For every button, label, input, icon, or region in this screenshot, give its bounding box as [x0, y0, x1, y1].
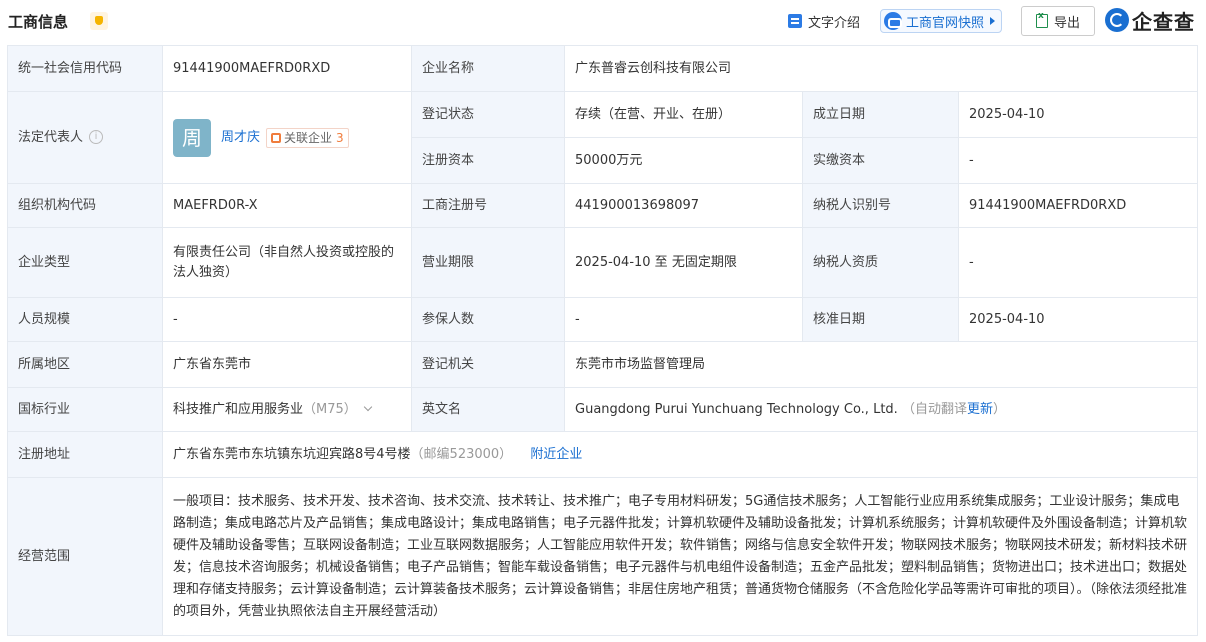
scope-value: 一般项目：技术服务、技术开发、技术咨询、技术交流、技术转让、技术推广；电子专用材… — [161, 477, 1199, 636]
official-snapshot-label: 工商官网快照 — [906, 15, 985, 31]
address-value: 广东省东莞市东坑镇东坑迎宾路8号4号楼 — [173, 446, 411, 462]
related-companies-label: 关联企业 — [284, 130, 333, 145]
camera-icon — [884, 12, 902, 30]
staff-size-value: - — [162, 297, 412, 342]
avatar[interactable]: 周 — [173, 118, 211, 157]
paid-capital-value: - — [957, 137, 1199, 184]
table-row: 统一社会信用代码 91441900MAEFRD0RXD 企业名称 广东普睿云创科… — [7, 45, 1199, 92]
business-info-table: 统一社会信用代码 91441900MAEFRD0RXD 企业名称 广东普睿云创科… — [7, 45, 1199, 636]
staff-size-label: 人员规模 — [7, 297, 163, 342]
approval-date-label: 核准日期 — [802, 297, 959, 342]
taxpayer-id-label: 纳税人识别号 — [802, 183, 959, 228]
excel-icon — [1035, 11, 1048, 28]
reg-authority-label: 登记机关 — [411, 341, 565, 388]
table-row: 人员规模 - 参保人数 - 核准日期 2025-04-10 — [7, 297, 1199, 342]
address-cell: 广东省东莞市东坑镇东坑迎宾路8号4号楼（邮编523000） 附近企业 — [161, 431, 1199, 478]
qichacha-logo-icon — [1105, 8, 1129, 32]
postcode: （邮编523000） — [410, 446, 513, 462]
company-name-value: 广东普睿云创科技有限公司 — [563, 45, 1199, 92]
paid-capital-label: 实缴资本 — [802, 137, 959, 184]
biz-term-value: 2025-04-10 至 无固定期限 — [564, 227, 803, 298]
vip-lock-icon — [90, 12, 108, 30]
logo-text: 企查查 — [1132, 9, 1195, 34]
reg-status-value: 存续（在营、开业、在册） — [564, 91, 803, 138]
industry-cell[interactable]: 科技推广和应用服务业（M75） — [162, 387, 412, 432]
legal-rep-name-link[interactable]: 周才庆 — [221, 128, 260, 148]
insured-label: 参保人数 — [411, 297, 565, 342]
nearby-companies-link[interactable]: 附近企业 — [530, 447, 582, 462]
reg-capital-label: 注册资本 — [411, 137, 565, 184]
taxpayer-qual-label: 纳税人资质 — [802, 227, 959, 298]
credit-code-label: 统一社会信用代码 — [7, 45, 163, 92]
legal-rep-cell: 周 周才庆 关联企业 3 — [162, 91, 412, 184]
reg-capital-value: 50000万元 — [564, 137, 803, 184]
biz-reg-no-label: 工商注册号 — [411, 183, 565, 228]
address-label: 注册地址 — [7, 431, 163, 478]
company-type-label: 企业类型 — [7, 227, 163, 298]
export-label: 导出 — [1053, 15, 1080, 31]
credit-code-value: 91441900MAEFRD0RXD — [162, 45, 412, 92]
official-snapshot-button[interactable]: 工商官网快照 — [880, 9, 1003, 33]
approval-date-value: 2025-04-10 — [957, 297, 1199, 342]
text-intro-label: 文字介绍 — [808, 15, 861, 31]
reg-authority-value: 东莞市市场监督管理局 — [563, 341, 1199, 388]
reg-status-label: 登记状态 — [411, 91, 565, 138]
related-companies-count: 3 — [336, 130, 344, 145]
org-code-label: 组织机构代码 — [7, 183, 163, 228]
related-company-icon — [271, 132, 282, 143]
english-name-value: Guangdong Purui Yunchuang Technology Co.… — [575, 401, 898, 417]
info-icon[interactable]: i — [89, 130, 104, 144]
play-arrow-icon — [990, 17, 996, 25]
scope-label: 经营范围 — [7, 477, 163, 636]
table-row: 所属地区 广东省东莞市 登记机关 东莞市市场监督管理局 — [7, 341, 1199, 388]
biz-reg-no-value: 441900013698097 — [564, 183, 803, 228]
table-row: 经营范围 一般项目：技术服务、技术开发、技术咨询、技术交流、技术转让、技术推广；… — [7, 477, 1199, 636]
region-value: 广东省东莞市 — [162, 341, 412, 388]
qichacha-logo: 企查查 — [1105, 6, 1195, 34]
table-row: 国标行业 科技推广和应用服务业（M75） 英文名 Guangdong Purui… — [7, 387, 1199, 432]
english-name-label: 英文名 — [411, 387, 565, 432]
taxpayer-id-value: 91441900MAEFRD0RXD — [957, 183, 1199, 228]
auto-translate-note: （自动翻译 — [901, 401, 967, 417]
section-title: 工商信息 — [8, 13, 69, 31]
chevron-down-icon[interactable] — [363, 402, 373, 411]
legal-rep-label: 法定代表人 — [18, 129, 84, 145]
table-row: 企业类型 有限责任公司（非自然人投资或控股的法人独资） 营业期限 2025-04… — [7, 227, 1199, 298]
industry-value: 科技推广和应用服务业 — [173, 401, 304, 417]
text-intro-button[interactable]: 文字介绍 — [788, 8, 860, 34]
legal-rep-label-cell: 法定代表人 i — [7, 91, 163, 184]
auto-translate-close: ） — [992, 401, 1006, 417]
update-link[interactable]: 更新 — [967, 402, 993, 417]
found-date-value: 2025-04-10 — [957, 91, 1199, 138]
industry-label: 国标行业 — [7, 387, 163, 432]
table-row: 法定代表人 i 周 周才庆 关联企业 3 登记状态 存续（在营、开业、在册） 成立… — [7, 91, 1199, 184]
industry-code: （M75） — [303, 401, 357, 417]
insured-value: - — [564, 297, 803, 342]
company-name-label: 企业名称 — [411, 45, 565, 92]
document-icon — [788, 14, 802, 28]
english-name-cell: Guangdong Purui Yunchuang Technology Co.… — [563, 387, 1199, 432]
biz-term-label: 营业期限 — [411, 227, 565, 298]
found-date-label: 成立日期 — [802, 91, 959, 138]
company-type-value: 有限责任公司（非自然人投资或控股的法人独资） — [162, 227, 412, 298]
related-companies-tag[interactable]: 关联企业 3 — [266, 127, 349, 148]
table-row: 注册地址 广东省东莞市东坑镇东坑迎宾路8号4号楼（邮编523000） 附近企业 — [7, 431, 1199, 478]
org-code-value: MAEFRD0R-X — [162, 183, 412, 228]
region-label: 所属地区 — [7, 341, 163, 388]
taxpayer-qual-value: - — [957, 227, 1199, 298]
section-header: 工商信息 文字介绍 工商官网快照 导出 企查查 — [0, 0, 1206, 44]
table-row: 组织机构代码 MAEFRD0R-X 工商注册号 441900013698097 … — [7, 183, 1199, 228]
export-button[interactable]: 导出 — [1021, 6, 1095, 36]
